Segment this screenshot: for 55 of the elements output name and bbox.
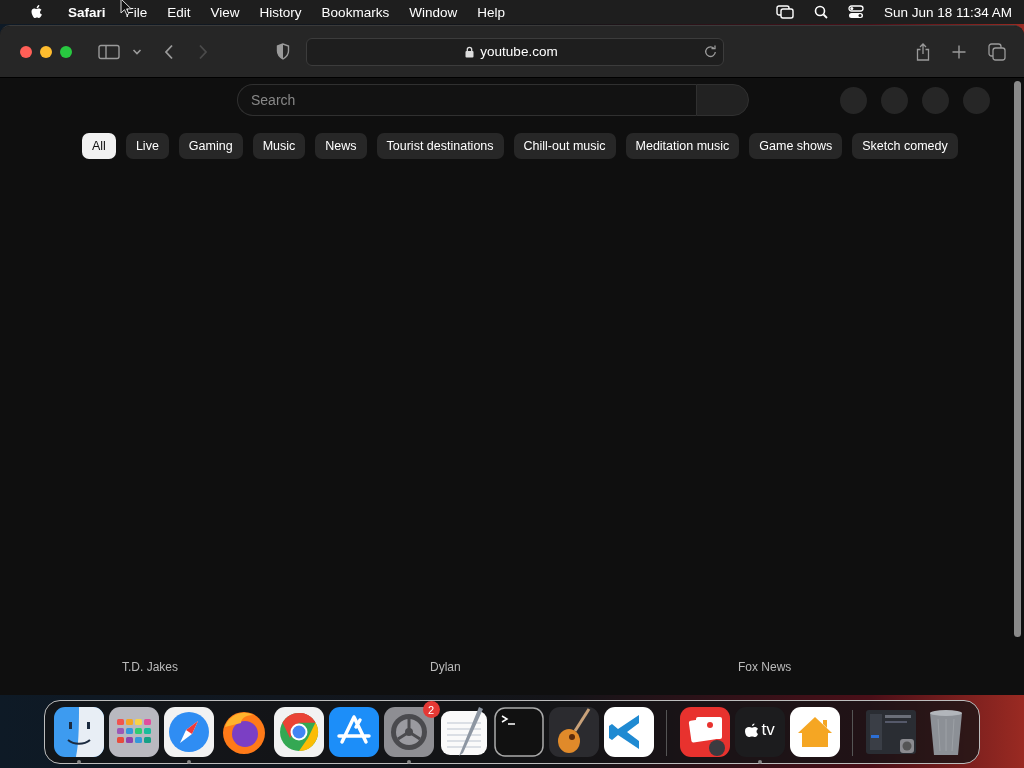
- scrollbar[interactable]: [1014, 81, 1021, 637]
- clock[interactable]: Sun Jun 18 11:34 AM: [873, 4, 1012, 20]
- menu-item[interactable]: History: [249, 4, 312, 20]
- channel-name[interactable]: Dylan: [430, 660, 738, 674]
- filter-chip[interactable]: Chill-out music: [513, 133, 616, 159]
- address-bar[interactable]: youtube.com: [306, 37, 724, 66]
- menu-item[interactable]: Bookmarks: [311, 4, 400, 20]
- app-menu[interactable]: Safari: [54, 4, 116, 20]
- control-center-icon[interactable]: [847, 5, 864, 19]
- code-editor-icon[interactable]: [603, 707, 654, 757]
- search-field[interactable]: Search: [237, 84, 696, 116]
- filter-chip[interactable]: Live: [125, 133, 169, 159]
- filter-chip[interactable]: News: [315, 133, 367, 159]
- filter-chip[interactable]: All: [82, 133, 116, 159]
- app-label: tv: [761, 720, 775, 740]
- zoom-button[interactable]: [60, 45, 72, 58]
- menu-item[interactable]: Edit: [157, 4, 201, 20]
- apple-logo-icon[interactable]: [30, 4, 44, 20]
- filter-chip[interactable]: Meditation music: [625, 133, 740, 159]
- menu-item[interactable]: View: [200, 4, 250, 20]
- chrome-ring-icon[interactable]: [273, 707, 324, 757]
- close-button[interactable]: [20, 45, 32, 58]
- menu-item[interactable]: Window: [399, 4, 468, 20]
- filter-chip[interactable]: Gaming: [178, 133, 243, 159]
- reload-icon[interactable]: [704, 45, 717, 58]
- chevron-down-icon[interactable]: [132, 47, 142, 56]
- back-icon[interactable]: [164, 43, 174, 60]
- share-icon[interactable]: [916, 42, 930, 61]
- house-icon[interactable]: [789, 707, 840, 757]
- channel-name[interactable]: T.D. Jakes: [122, 660, 430, 674]
- lock-icon: [465, 45, 475, 58]
- terminal-icon[interactable]: [493, 707, 544, 757]
- guitar-icon[interactable]: [548, 707, 599, 757]
- app-grid-icon[interactable]: [108, 707, 159, 757]
- filter-chip[interactable]: Music: [252, 133, 306, 159]
- filter-chip[interactable]: Tourist destinations: [376, 133, 504, 159]
- app-store-icon[interactable]: [328, 707, 379, 757]
- url-text: youtube.com: [480, 44, 558, 59]
- window-thumbnail-icon[interactable]: [865, 707, 916, 757]
- search-icon[interactable]: [813, 5, 828, 19]
- sidebar-icon[interactable]: [98, 43, 120, 60]
- filter-chip[interactable]: Game shows: [749, 133, 843, 159]
- screen-mirroring-icon[interactable]: [775, 5, 794, 19]
- photo-booth-icon[interactable]: [679, 707, 730, 757]
- finder-face-icon[interactable]: [53, 707, 104, 757]
- tv-app-icon[interactable]: [734, 707, 785, 757]
- privacy-shield-icon[interactable]: [276, 43, 290, 60]
- new-tab-icon[interactable]: [952, 44, 966, 59]
- minimize-button[interactable]: [40, 45, 52, 58]
- channel-name[interactable]: Fox News: [738, 660, 938, 674]
- notepad-pen-icon[interactable]: [438, 707, 489, 757]
- compass-icon[interactable]: [163, 707, 214, 757]
- tab-overview-icon[interactable]: [988, 42, 1006, 61]
- filter-chip[interactable]: Sketch comedy: [852, 133, 958, 159]
- menu-item[interactable]: Help: [467, 4, 515, 20]
